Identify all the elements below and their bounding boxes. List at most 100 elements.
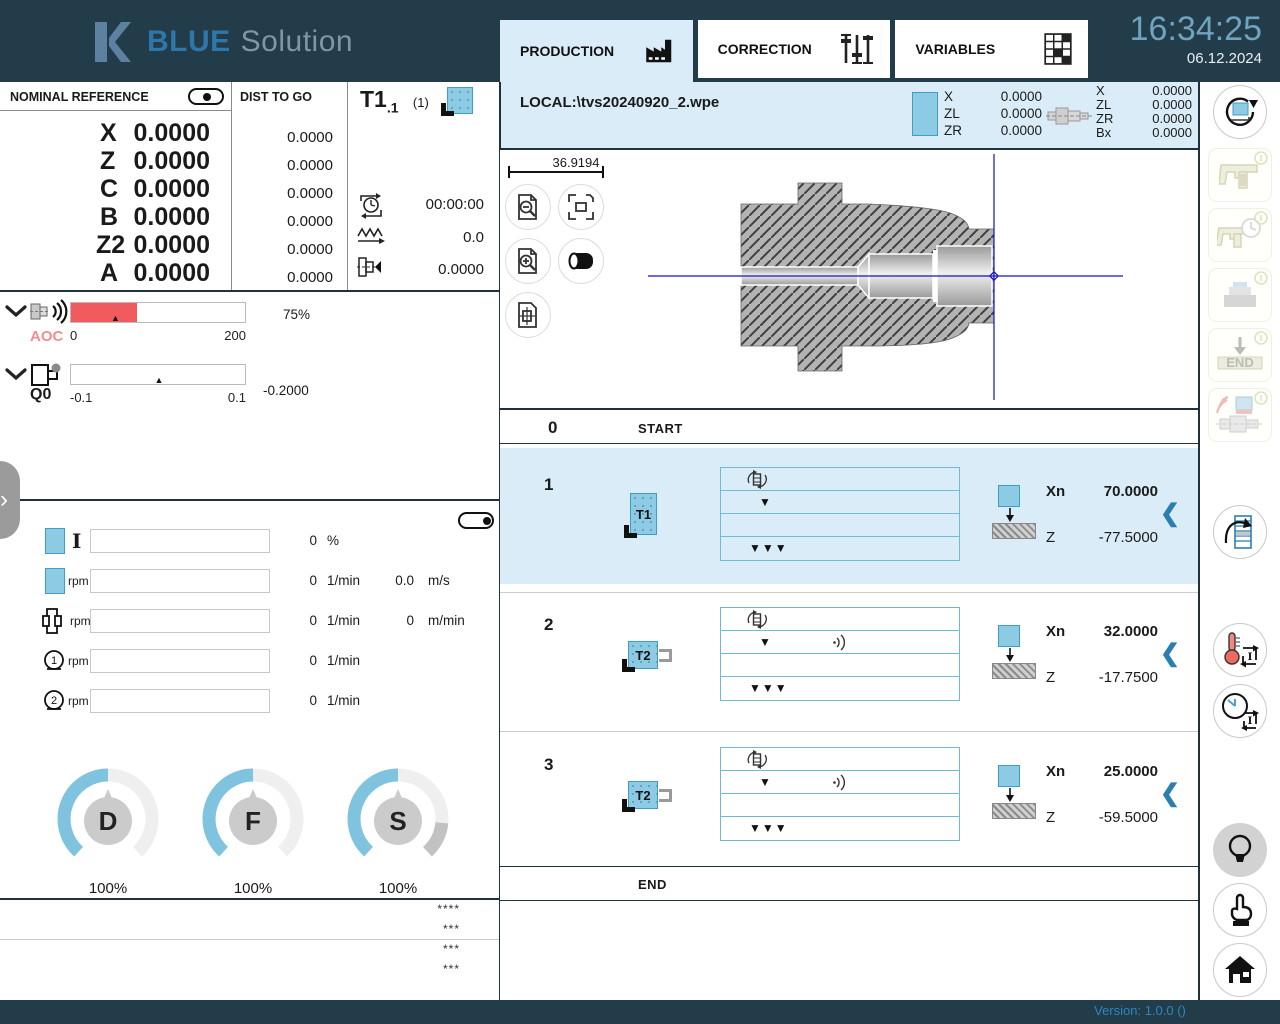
measure-button[interactable] — [1208, 148, 1272, 202]
stock-icon — [998, 765, 1020, 787]
aoc-bar[interactable]: ▲ — [70, 302, 246, 323]
feed-wave-icon — [357, 227, 387, 245]
info-icon — [1254, 271, 1268, 285]
step-expand-chevron[interactable]: ❮ — [1160, 779, 1180, 808]
step-operation-table: ▼ ▼▼▼ — [720, 747, 960, 841]
aoc-marker: ▲ — [111, 313, 120, 323]
view-3d-button[interactable] — [558, 238, 604, 284]
move-to-end-button[interactable]: END — [1208, 328, 1272, 382]
q0-tool-icon — [30, 362, 62, 388]
tab-production[interactable]: PRODUCTION — [500, 20, 693, 82]
override-row: 2 rpm 0 1/min — [0, 688, 500, 714]
program-step-2[interactable]: 2 T2 ▼ ▼▼▼ Xn 32.0000 Z -17.7500 ❮ — [500, 585, 1198, 725]
info-icon — [1254, 151, 1268, 165]
fit-view-button[interactable] — [558, 184, 604, 230]
override-input[interactable] — [90, 649, 270, 673]
aoc-label: AOC — [30, 328, 63, 345]
override-row: rpm 0 1/min 0 m/min — [0, 608, 500, 634]
gauge-d[interactable]: D 100% — [52, 763, 164, 897]
rotate-spindle-icon — [743, 750, 771, 769]
grind-button[interactable] — [1208, 388, 1272, 442]
rotate-spindle-icon — [743, 470, 771, 489]
tool-corner-mark — [441, 103, 454, 116]
step-expand-chevron[interactable]: ❮ — [1160, 499, 1180, 528]
gauge-s[interactable]: S 100% — [342, 763, 454, 897]
cycle-timer-value: 00:00:00 — [384, 196, 484, 213]
nominal-reference-toggle[interactable] — [188, 88, 224, 105]
feed-value: 0.0 — [384, 229, 484, 246]
gauge-f-letter: F — [245, 806, 261, 836]
override-row: rpm 0 1/min 0.0 m/s — [0, 568, 500, 594]
svg-text:2: 2 — [51, 695, 57, 707]
press-button[interactable] — [1208, 268, 1272, 322]
override-input[interactable] — [90, 689, 270, 713]
program-step-1[interactable]: 1 T1 ▼ ▼▼▼ Xn 70.0000 Z -77.5000 ❮ — [500, 445, 1198, 585]
logo-text-blue: BLUE — [147, 25, 231, 59]
measure-time-button[interactable] — [1208, 208, 1272, 262]
plunge-arrow-icon — [1005, 508, 1015, 522]
q0-collapse-chevron-icon[interactable] — [5, 368, 27, 381]
gauge-f-value: 100% — [197, 880, 309, 897]
clock-time: 16:34:25 — [1130, 10, 1262, 49]
zoom-out-button[interactable] — [505, 184, 551, 230]
plunge-arrow-icon — [1005, 648, 1015, 662]
override-input[interactable] — [90, 609, 270, 633]
axis-row: B 0.0000 0.0000 — [0, 203, 345, 231]
tool-offset-value: 0.0000 — [384, 261, 484, 278]
axis-row: Z 0.0000 0.0000 — [0, 147, 345, 175]
q0-bar[interactable]: ▲ — [70, 364, 246, 385]
program-end-row[interactable]: END — [500, 867, 1198, 900]
override-input[interactable] — [90, 529, 270, 553]
program-step-3[interactable]: 3 T2 ▼ ▼▼▼ Xn 25.0000 Z -59.5000 ❮ — [500, 725, 1198, 865]
motor-2-icon: 2 — [42, 689, 66, 713]
tab-correction[interactable]: CORRECTION — [698, 20, 891, 78]
panel-expander[interactable]: › — [0, 461, 20, 539]
touch-button[interactable] — [1213, 883, 1267, 937]
tab-variables[interactable]: VARIABLES — [895, 20, 1088, 78]
gauge-d-value: 100% — [52, 880, 164, 897]
factory-icon — [643, 36, 677, 66]
warmup-time-button[interactable]: I — [1213, 684, 1267, 738]
warmup-button[interactable]: I — [1213, 623, 1267, 677]
app-logo: BLUE Solution — [95, 22, 353, 62]
goto-block-button[interactable] — [1213, 505, 1267, 559]
status-row: *** — [360, 942, 460, 956]
axis-row: A 0.0000 0.0000 — [0, 259, 345, 287]
aoc-collapse-chevron-icon[interactable] — [5, 305, 27, 318]
gauge-s-value: 100% — [342, 880, 454, 897]
main-tabs: PRODUCTION CORRECTION VARIABLES — [500, 20, 1088, 82]
step-expand-chevron[interactable]: ❮ — [1160, 639, 1180, 668]
workpiece-icon — [912, 92, 938, 136]
brand-k-icon — [95, 22, 137, 62]
lamp-button[interactable] — [1213, 823, 1267, 877]
override-toggle[interactable] — [458, 512, 494, 529]
gauge-f[interactable]: F 100% — [197, 763, 309, 897]
q0-marker: ▲ — [155, 375, 164, 385]
override-row: 1 rpm 0 1/min — [0, 648, 500, 674]
override-input[interactable] — [90, 569, 270, 593]
q0-label: Q0 — [30, 386, 51, 404]
sound-icon — [833, 634, 847, 651]
program-file-path: LOCAL:\tvs20240920_2.wpe — [520, 94, 719, 111]
stock-icon — [998, 485, 1020, 507]
stock-icon — [998, 625, 1020, 647]
rotate-workpiece-button[interactable] — [1213, 85, 1267, 139]
svg-text:I: I — [1248, 716, 1253, 727]
material-icon — [992, 663, 1036, 679]
spindle-coords: X0.0000 ZL0.0000 ZR0.0000 Bx0.0000 — [1096, 84, 1192, 140]
dist-to-go-label: DIST TO GO — [240, 90, 312, 104]
logo-text-solution: Solution — [241, 25, 353, 59]
axis-row: C 0.0000 0.0000 — [0, 175, 345, 203]
home-button[interactable] — [1213, 943, 1267, 997]
gauge-d-letter: D — [99, 806, 118, 836]
svg-text:1: 1 — [51, 655, 57, 667]
sound-icon — [833, 774, 847, 791]
q0-value: -0.2000 — [263, 383, 309, 398]
program-start-row[interactable]: 0 START — [500, 411, 1198, 443]
nominal-reference-label: NOMINAL REFERENCE — [10, 90, 149, 104]
sliders-icon — [840, 32, 874, 66]
center-view-button[interactable] — [505, 292, 551, 338]
aoc-spindle-sound-icon — [30, 298, 68, 326]
tool-offset-icon — [357, 255, 385, 279]
zoom-in-button[interactable] — [505, 238, 551, 284]
